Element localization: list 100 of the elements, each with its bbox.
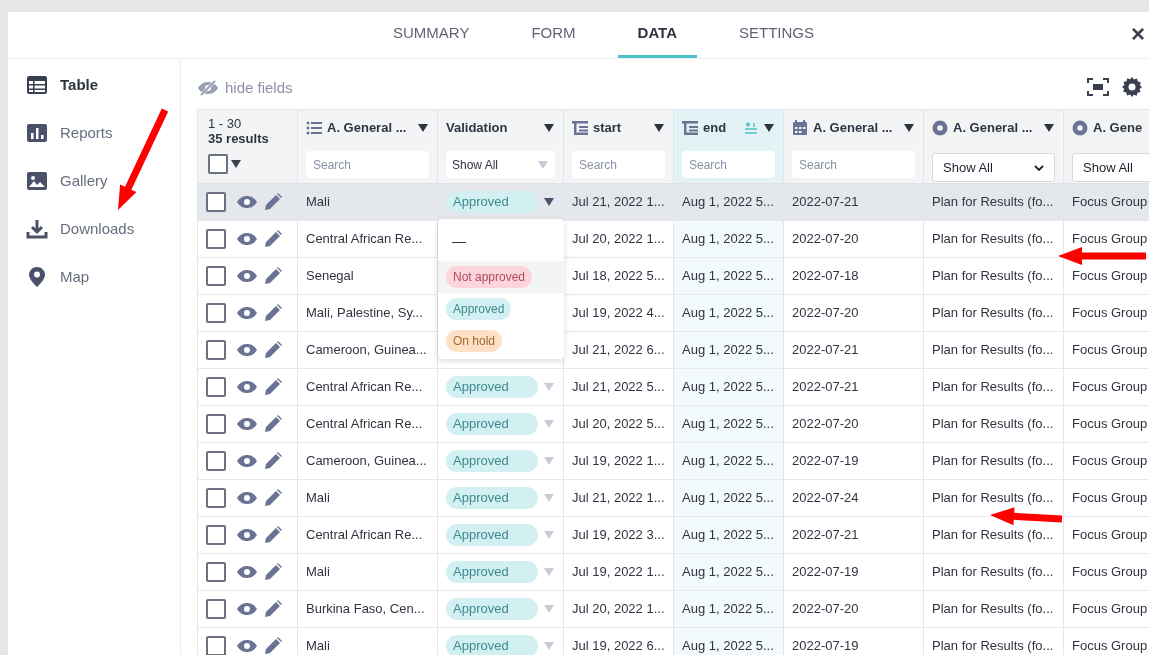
view-button[interactable] (236, 528, 258, 542)
view-button[interactable] (236, 602, 258, 616)
caret-down-icon (230, 159, 242, 169)
sidebar-item[interactable]: Downloads (26, 215, 180, 243)
view-button[interactable] (236, 491, 258, 505)
tab[interactable]: FORM (511, 12, 596, 58)
filter-dropdown[interactable]: Show All (932, 153, 1055, 182)
chevron-down-icon (1034, 163, 1044, 172)
status-badge[interactable]: Approved (446, 524, 538, 546)
row-checkbox[interactable] (206, 377, 226, 397)
view-button[interactable] (236, 380, 258, 394)
column-title: A. General ... (813, 119, 893, 138)
row-checkbox[interactable] (206, 266, 226, 286)
view-button[interactable] (236, 454, 258, 468)
column-header[interactable]: A. General ... Show All (924, 110, 1064, 183)
fullscreen-button[interactable] (1087, 78, 1109, 96)
status-badge[interactable]: Approved (446, 487, 538, 509)
view-button[interactable] (236, 232, 258, 246)
settings-button[interactable] (1121, 76, 1143, 98)
status-badge[interactable]: Approved (446, 191, 538, 213)
view-button[interactable] (236, 417, 258, 431)
edit-button[interactable] (264, 341, 282, 359)
column-header[interactable]: Validation Show All (438, 110, 564, 183)
edit-button[interactable] (264, 267, 282, 285)
select-all-checkbox[interactable] (208, 154, 228, 174)
column-header[interactable]: end Search (674, 110, 784, 183)
close-button[interactable]: × (1131, 22, 1145, 46)
caret-down-icon (763, 123, 775, 133)
row-checkbox[interactable] (206, 451, 226, 471)
view-button[interactable] (236, 565, 258, 579)
edit-button[interactable] (264, 452, 282, 470)
filter-dropdown[interactable]: Show All (1072, 153, 1149, 182)
pencil-icon (264, 304, 282, 322)
table-cell: Aug 1, 2022 5... (674, 554, 784, 590)
edit-button[interactable] (264, 378, 282, 396)
view-button[interactable] (236, 306, 258, 320)
tab[interactable]: SUMMARY (373, 12, 490, 58)
view-button[interactable] (236, 195, 258, 209)
status-badge[interactable]: Approved (446, 413, 538, 435)
row-checkbox[interactable] (206, 562, 226, 582)
view-button[interactable] (236, 639, 258, 653)
eye-icon (236, 195, 258, 209)
menu-option[interactable]: — (438, 221, 564, 261)
row-checkbox[interactable] (206, 229, 226, 249)
edit-button[interactable] (264, 563, 282, 581)
view-button[interactable] (236, 343, 258, 357)
table-cell: Aug 1, 2022 5... (674, 221, 784, 257)
edit-button[interactable] (264, 230, 282, 248)
table-cell: Plan for Results (fo... (924, 184, 1064, 220)
row-checkbox[interactable] (206, 488, 226, 508)
pencil-icon (264, 341, 282, 359)
edit-button[interactable] (264, 415, 282, 433)
tab[interactable]: SETTINGS (719, 12, 834, 58)
row-checkbox[interactable] (206, 192, 226, 212)
search-field[interactable]: Search (682, 151, 775, 178)
edit-button[interactable] (264, 600, 282, 618)
eye-icon (236, 380, 258, 394)
column-header[interactable]: start Search (564, 110, 674, 183)
list-icon (306, 120, 322, 136)
row-checkbox[interactable] (206, 303, 226, 323)
row-checkbox[interactable] (206, 340, 226, 360)
view-button[interactable] (236, 269, 258, 283)
status-badge[interactable]: Approved (446, 561, 538, 583)
pencil-icon (264, 637, 282, 655)
table-cell: Aug 1, 2022 5... (674, 369, 784, 405)
menu-option[interactable]: Not approved (438, 261, 564, 293)
row-checkbox[interactable] (206, 414, 226, 434)
sidebar-item[interactable]: Table (26, 71, 180, 99)
filter-dropdown[interactable]: Show All (446, 151, 555, 178)
menu-option[interactable]: On hold (438, 325, 564, 357)
sidebar-item[interactable]: Map (26, 263, 180, 291)
row-checkbox[interactable] (206, 599, 226, 619)
status-badge[interactable]: Approved (446, 635, 538, 655)
edit-button[interactable] (264, 193, 282, 211)
edit-button[interactable] (264, 637, 282, 655)
column-header[interactable]: A. General ... Search (298, 110, 438, 183)
eye-icon (236, 417, 258, 431)
column-header[interactable]: A. Gene Show All (1064, 110, 1149, 183)
row-checkbox[interactable] (206, 636, 226, 655)
status-badge[interactable]: Approved (446, 450, 538, 472)
menu-option[interactable]: Approved (438, 293, 564, 325)
status-badge[interactable]: Approved (446, 598, 538, 620)
table-cell: Focus Group (1064, 184, 1149, 220)
hide-fields-button[interactable]: hide fields (197, 76, 293, 100)
sidebar-item[interactable]: Reports (26, 119, 180, 147)
sidebar-item[interactable]: Gallery (26, 167, 180, 195)
status-badge[interactable]: Approved (446, 376, 538, 398)
column-title: A. General ... (953, 119, 1033, 138)
caret-down-icon (543, 123, 555, 133)
pencil-icon (264, 378, 282, 396)
edit-button[interactable] (264, 526, 282, 544)
search-field[interactable]: Search (306, 151, 429, 178)
row-checkbox[interactable] (206, 525, 226, 545)
edit-button[interactable] (264, 304, 282, 322)
table-cell: Aug 1, 2022 5... (674, 295, 784, 331)
search-field[interactable]: Search (792, 151, 915, 178)
edit-button[interactable] (264, 489, 282, 507)
column-header[interactable]: A. General ... Search (784, 110, 924, 183)
search-field[interactable]: Search (572, 151, 665, 178)
tab[interactable]: DATA (617, 12, 697, 58)
